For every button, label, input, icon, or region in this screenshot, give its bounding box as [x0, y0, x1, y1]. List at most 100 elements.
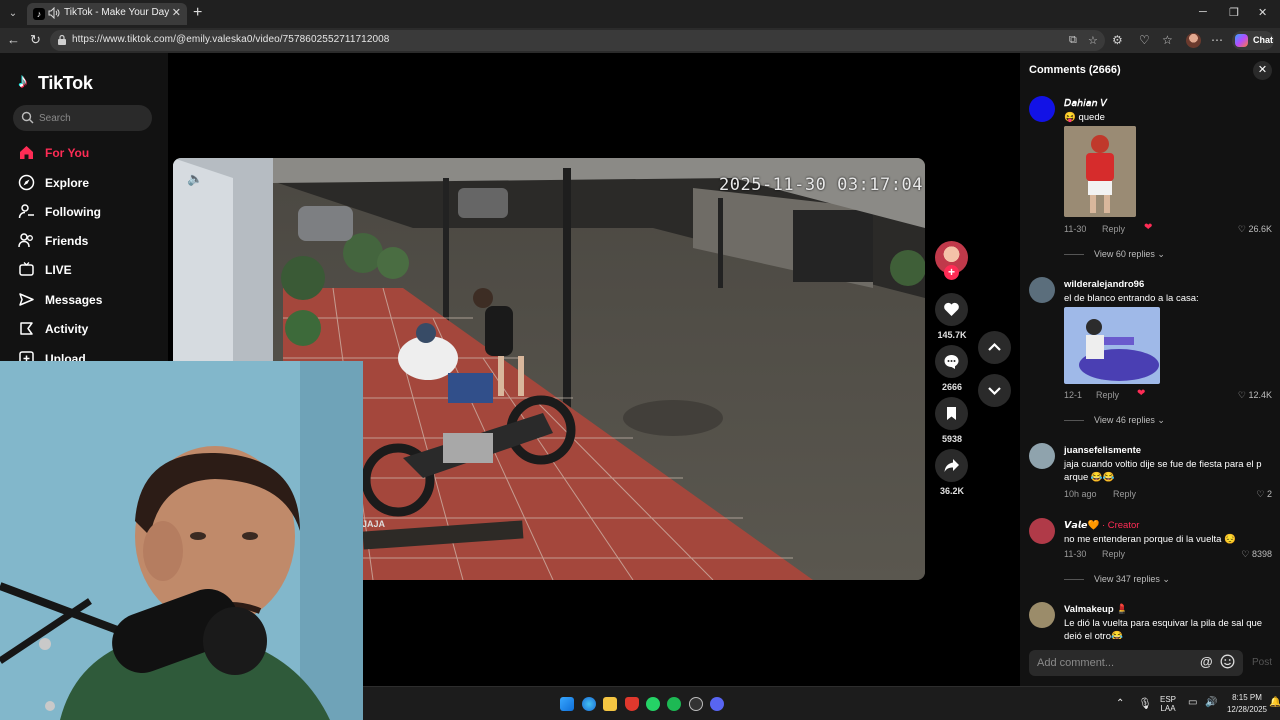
whatsapp-icon[interactable]: [646, 697, 660, 711]
view-replies-button[interactable]: View 60 replies ⌄: [1064, 249, 1165, 260]
share-arrow-icon: [944, 459, 959, 472]
refresh-icon[interactable]: ↻: [30, 32, 41, 48]
comment-like[interactable]: ♡ 12.4K: [1238, 390, 1272, 401]
comment-like[interactable]: ♡ 26.6K: [1238, 224, 1272, 235]
reply-button[interactable]: Reply: [1096, 390, 1119, 400]
comment-username[interactable]: 𝘋𝘢𝘩𝘪𝘢𝘯 𝘝: [1064, 98, 1107, 109]
start-windows-icon[interactable]: [560, 697, 574, 711]
reply-button[interactable]: Reply: [1113, 489, 1136, 499]
home-icon: [20, 146, 33, 159]
reply-button[interactable]: Reply: [1102, 224, 1125, 234]
comment-button[interactable]: [935, 345, 968, 378]
keyboard-layout: LAA: [1160, 704, 1176, 713]
clock[interactable]: 8:15 PM 12/28/2025: [1222, 693, 1272, 714]
comment-sticker-image[interactable]: [1064, 126, 1136, 217]
discord-icon[interactable]: [710, 697, 724, 711]
notification-bell-icon[interactable]: 🔔: [1269, 697, 1280, 708]
comment-input-box[interactable]: @: [1029, 650, 1243, 676]
comment-text: el de blanco entrando a la casa:: [1064, 293, 1199, 304]
comment-username[interactable]: Valmakeup 💄: [1064, 604, 1128, 615]
save-button[interactable]: [935, 397, 968, 430]
comment-avatar[interactable]: [1029, 443, 1055, 469]
tab-close-icon[interactable]: ✕: [172, 6, 181, 19]
close-comments-icon[interactable]: ✕: [1253, 61, 1272, 80]
comment-text: Le dió la vuelta para esquivar la pila d…: [1064, 618, 1263, 639]
restore-icon[interactable]: ❐: [1229, 6, 1239, 19]
more-menu-icon[interactable]: ⋯: [1211, 33, 1223, 47]
comment-bubble-icon: [944, 355, 959, 369]
comment-username[interactable]: wilderalejandro96: [1064, 279, 1144, 290]
comment-avatar[interactable]: [1029, 518, 1055, 544]
minimize-icon[interactable]: ─: [1199, 6, 1207, 18]
live-icon: [19, 262, 34, 276]
browser-tab[interactable]: ♪ TikTok - Make Your Day ✕: [27, 3, 187, 25]
browser-essentials-icon[interactable]: ♡: [1139, 33, 1150, 47]
post-comment-button[interactable]: Post: [1252, 657, 1272, 668]
comment-sticker-image[interactable]: [1064, 307, 1160, 384]
nav-item-messages[interactable]: Messages: [18, 290, 158, 310]
copilot-chat-button[interactable]: Chat: [1232, 31, 1274, 50]
comment-like[interactable]: ♡ 2: [1256, 489, 1272, 500]
view-replies-label: View 347 replies: [1094, 574, 1160, 584]
mention-at-icon[interactable]: @: [1200, 654, 1213, 669]
nav-item-for-you[interactable]: For You: [18, 143, 158, 163]
emoji-icon[interactable]: [1220, 654, 1235, 669]
tray-overflow-chevron-icon[interactable]: ⌃: [1116, 698, 1124, 709]
view-replies-button[interactable]: View 46 replies ⌄: [1064, 415, 1165, 426]
volume-icon[interactable]: 🔊: [1205, 697, 1217, 708]
windows-taskbar: ⌃ 🎙 ESP LAA ▭ 🔊 8:15 PM 12/28/2025 🔔: [363, 686, 1280, 720]
brave-browser-icon[interactable]: [625, 697, 639, 711]
creator-liked-icon: ❤: [1137, 388, 1146, 399]
microphone-icon[interactable]: 🎙: [1138, 697, 1152, 710]
edge-browser-icon[interactable]: [582, 697, 596, 711]
site-info-icon[interactable]: [57, 34, 67, 46]
url-field[interactable]: https://www.tiktok.com/@emily.valeska0/v…: [50, 30, 1105, 51]
nav-item-explore[interactable]: Explore: [18, 173, 158, 193]
spotify-icon[interactable]: [667, 697, 681, 711]
split-screen-icon[interactable]: ⧉: [1069, 34, 1077, 47]
clock-date: 12/28/2025: [1226, 705, 1268, 714]
share-button[interactable]: [935, 449, 968, 482]
mute-toggle-icon[interactable]: 🔈: [187, 171, 203, 187]
like-button[interactable]: [935, 293, 968, 326]
url-text: https://www.tiktok.com/@emily.valeska0/v…: [72, 34, 390, 45]
bookmark-icon: [947, 407, 956, 420]
favorite-star-icon[interactable]: ☆: [1088, 34, 1098, 47]
obs-studio-icon[interactable]: [689, 697, 703, 711]
next-video-button[interactable]: [978, 374, 1011, 407]
search-icon: [21, 111, 34, 124]
comment-avatar[interactable]: [1029, 277, 1055, 303]
back-arrow-icon[interactable]: ←: [7, 32, 20, 47]
reply-button[interactable]: Reply: [1102, 549, 1125, 559]
comment-like[interactable]: ♡ 8398: [1241, 549, 1272, 560]
follow-plus-icon[interactable]: +: [944, 265, 959, 280]
comment-username[interactable]: juansefelismente: [1064, 445, 1141, 456]
new-tab-plus-icon[interactable]: +: [193, 4, 202, 22]
messages-icon: [19, 293, 34, 306]
network-icon[interactable]: ▭: [1188, 697, 1197, 708]
nav-item-following[interactable]: Following: [18, 202, 158, 222]
comment-avatar[interactable]: [1029, 602, 1055, 628]
previous-video-button[interactable]: [978, 331, 1011, 364]
file-explorer-icon[interactable]: [603, 697, 617, 711]
window-close-icon[interactable]: ✕: [1258, 6, 1267, 19]
nav-label: For You: [45, 146, 90, 160]
nav-item-live[interactable]: LIVE: [18, 260, 158, 280]
view-replies-button[interactable]: View 347 replies ⌄: [1064, 574, 1170, 585]
nav-item-friends[interactable]: Friends: [18, 231, 158, 251]
extensions-icon[interactable]: ⚙: [1112, 33, 1123, 47]
comment-avatar[interactable]: [1029, 96, 1055, 122]
audio-playing-icon[interactable]: [48, 7, 60, 19]
favorites-icon[interactable]: ☆: [1162, 33, 1173, 47]
search-box[interactable]: [13, 105, 152, 131]
tab-list-chevron-icon[interactable]: ⌄: [4, 5, 22, 23]
language-indicator[interactable]: ESP LAA: [1160, 695, 1176, 713]
browser-tab-bar: ⌄ ♪ TikTok - Make Your Day ✕ + ─ ❐ ✕: [0, 0, 1280, 28]
profile-avatar[interactable]: [1186, 33, 1201, 48]
comment-input[interactable]: [1037, 655, 1197, 671]
comment-text: jaja cuando voltio dije se fue de fiesta…: [1064, 459, 1262, 483]
comment-username-row[interactable]: 𝙑𝙖𝙡𝙚🧡 · Creator: [1064, 520, 1139, 531]
search-input[interactable]: [39, 110, 147, 126]
nav-item-activity[interactable]: Activity: [18, 319, 158, 339]
tab-title: TikTok - Make Your Day: [64, 7, 170, 18]
